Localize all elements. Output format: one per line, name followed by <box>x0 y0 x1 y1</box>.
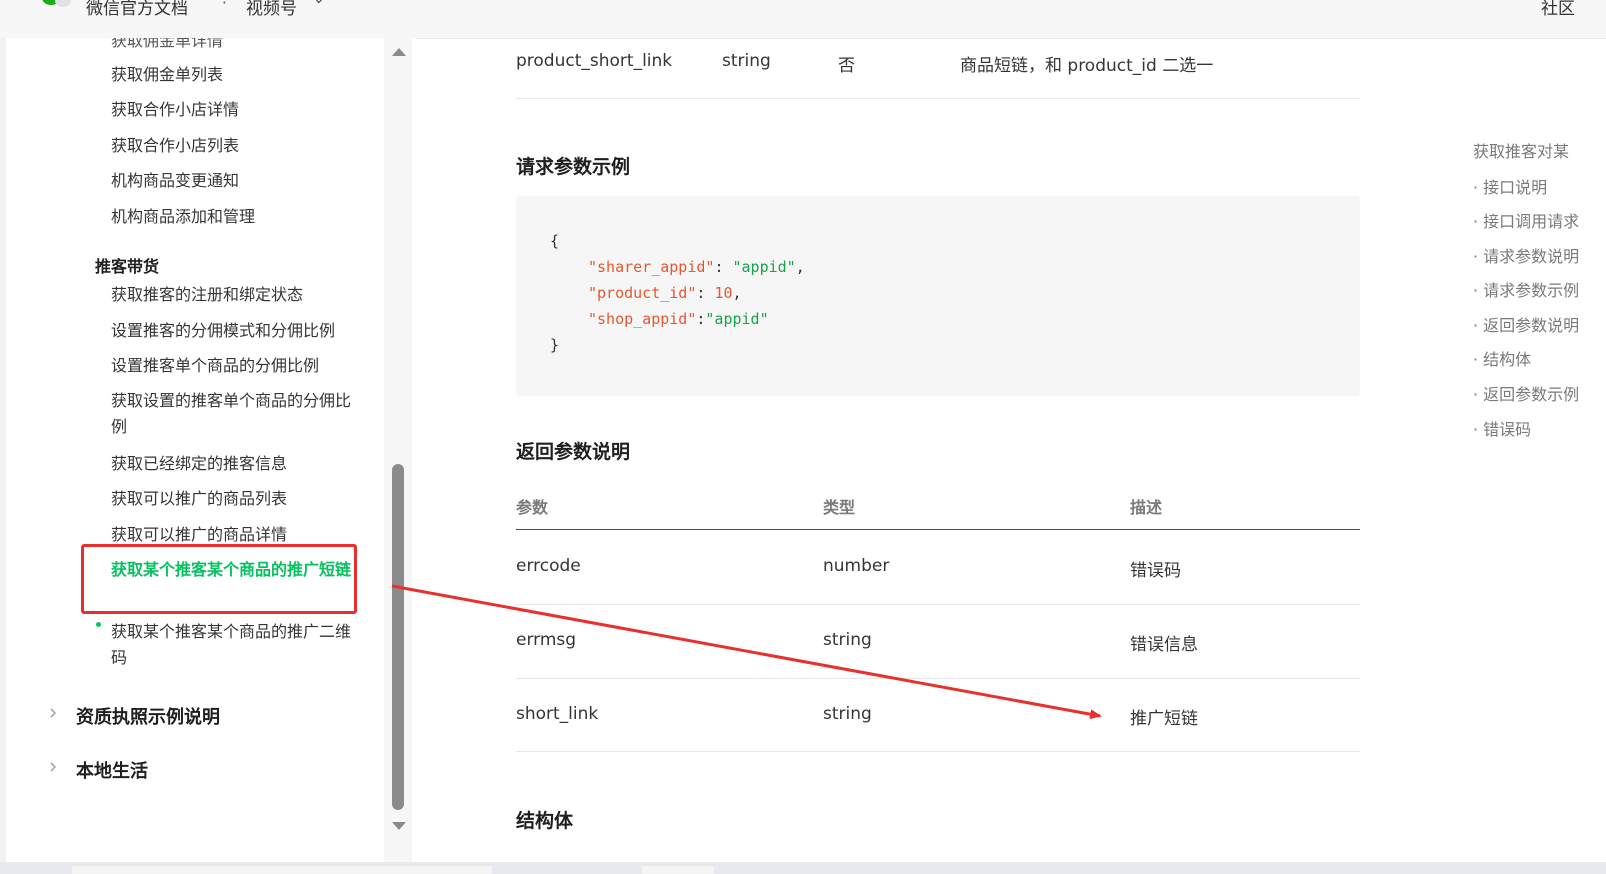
code-brace-close: } <box>550 336 560 354</box>
sidebar-item[interactable]: 设置推客单个商品的分佣比例 <box>111 353 363 379</box>
code-number: 10 <box>714 284 733 302</box>
code-key: "sharer_appid" <box>588 258 715 276</box>
toc-item[interactable]: · 返回参数说明 <box>1473 312 1579 336</box>
sidebar-item[interactable]: 获取可以推广的商品列表 <box>111 486 363 512</box>
code-line-2: "product_id": 10, <box>588 284 742 302</box>
table-cell-desc: 错误信息 <box>1130 635 1198 655</box>
toc-item[interactable]: · 返回参数示例 <box>1473 381 1579 405</box>
column-header-type: 类型 <box>823 498 856 517</box>
sidebar-item[interactable]: 获取合作小店列表 <box>111 133 363 159</box>
breadcrumb-wechat-docs[interactable]: 微信官方文档 <box>86 0 188 19</box>
param-desc: 商品短链，和 product_id 二选一 <box>960 56 1214 76</box>
toc-item-label: 结构体 <box>1483 350 1532 369</box>
sidebar-item[interactable]: 获取佣金单详情 <box>111 38 363 54</box>
table-row-divider <box>516 751 1360 752</box>
code-string: "appid" <box>732 258 796 276</box>
column-header-desc: 描述 <box>1130 498 1163 517</box>
active-indicator-dot <box>96 622 101 627</box>
toc-item-label: 错误码 <box>1483 420 1532 439</box>
code-brace-open: { <box>550 232 560 250</box>
scroll-down-arrow-icon[interactable] <box>392 822 406 830</box>
toc-item[interactable]: · 错误码 <box>1473 416 1531 440</box>
table-cell-desc: 推广短链 <box>1130 709 1198 729</box>
bottom-tab[interactable] <box>72 866 492 874</box>
sidebar-item[interactable]: 机构商品变更通知 <box>111 168 363 194</box>
table-cell-type: number <box>823 556 890 576</box>
param-type: string <box>722 51 771 71</box>
table-cell-type: string <box>823 704 872 724</box>
table-cell-name: short_link <box>516 704 599 724</box>
toc-item[interactable]: · 请求参数示例 <box>1473 277 1579 301</box>
sidebar-item[interactable]: 获取已经绑定的推客信息 <box>111 451 363 477</box>
sidebar-item[interactable]: 机构商品添加和管理 <box>111 204 363 230</box>
toc-item[interactable]: · 接口调用请求 <box>1473 208 1579 232</box>
code-string: "appid" <box>705 310 769 328</box>
param-name: product_short_link <box>516 51 673 71</box>
annotation-highlight-box <box>81 544 357 614</box>
main-content: product_short_link string 否 商品短链，和 produ… <box>416 38 1456 874</box>
sidebar-nav: 获取佣金单详情 获取佣金单列表 获取合作小店详情 获取合作小店列表 机构商品变更… <box>6 38 416 862</box>
code-key: "shop_appid" <box>588 310 697 328</box>
code-key: "product_id" <box>588 284 697 302</box>
code-line-1: "sharer_appid": "appid", <box>588 258 805 276</box>
toc-item-label: 接口说明 <box>1483 178 1548 197</box>
request-example-title: 请求参数示例 <box>516 156 631 178</box>
struct-title: 结构体 <box>516 810 574 832</box>
toc-item[interactable]: · 接口说明 <box>1473 174 1547 198</box>
community-link[interactable]: 社区 <box>1541 0 1575 19</box>
toc-item-label: 返回参数说明 <box>1483 316 1580 335</box>
column-header-param: 参数 <box>516 498 549 517</box>
param-required: 否 <box>838 56 855 76</box>
toc-item[interactable]: · 请求参数说明 <box>1473 243 1579 267</box>
sidebar-category[interactable]: 资质执照示例说明 <box>76 703 220 729</box>
chevron-down-icon[interactable]: ⌄ <box>313 0 325 7</box>
table-cell-desc: 错误码 <box>1130 561 1181 581</box>
sidebar-group-title[interactable]: 推客带货 <box>95 253 159 277</box>
sidebar-category[interactable]: 本地生活 <box>76 757 148 783</box>
chevron-right-icon[interactable] <box>48 708 58 718</box>
sidebar-item[interactable]: 设置推客的分佣模式和分佣比例 <box>111 318 363 344</box>
breadcrumb-separator: · <box>222 0 227 12</box>
table-header-divider <box>516 529 1360 530</box>
sidebar-item[interactable]: 获取佣金单列表 <box>111 62 363 88</box>
table-divider <box>516 98 1360 99</box>
sidebar-item[interactable]: 获取合作小店详情 <box>111 97 363 123</box>
sidebar-item[interactable]: 获取某个推客某个商品的推广二维码 <box>111 619 363 671</box>
chevron-right-icon[interactable] <box>48 762 58 772</box>
toc-item-label: 请求参数说明 <box>1483 247 1580 266</box>
table-of-contents: 获取推客对某 · 接口说明 · 接口调用请求 · 请求参数说明 · 请求参数示例… <box>1456 38 1606 874</box>
wechat-logo-icon[interactable] <box>40 0 74 10</box>
bottom-tab[interactable] <box>642 866 714 874</box>
top-bar: 微信官方文档 · 视频号 ⌄ 社区 <box>0 0 1606 39</box>
table-cell-type: string <box>823 630 872 650</box>
code-block: { "sharer_appid": "appid", "product_id":… <box>516 196 1360 396</box>
toc-item[interactable]: · 结构体 <box>1473 346 1531 370</box>
table-cell-name: errmsg <box>516 630 577 650</box>
toc-item-label: 接口调用请求 <box>1483 212 1580 231</box>
breadcrumb-channels[interactable]: 视频号 <box>246 0 297 19</box>
scrollbar-thumb[interactable] <box>392 464 404 810</box>
toc-item-label: 请求参数示例 <box>1483 281 1580 300</box>
table-row-divider <box>516 604 1360 605</box>
toc-heading[interactable]: 获取推客对某 <box>1473 138 1569 162</box>
sidebar-item[interactable]: 获取推客的注册和绑定状态 <box>111 282 363 308</box>
scroll-up-arrow-icon[interactable] <box>392 48 406 56</box>
response-params-title: 返回参数说明 <box>516 441 631 463</box>
code-line-3: "shop_appid":"appid" <box>588 310 769 328</box>
table-row-divider <box>516 678 1360 679</box>
sidebar-item[interactable]: 获取设置的推客单个商品的分佣比例 <box>111 388 363 440</box>
toc-item-label: 返回参数示例 <box>1483 385 1580 404</box>
table-cell-name: errcode <box>516 556 581 576</box>
